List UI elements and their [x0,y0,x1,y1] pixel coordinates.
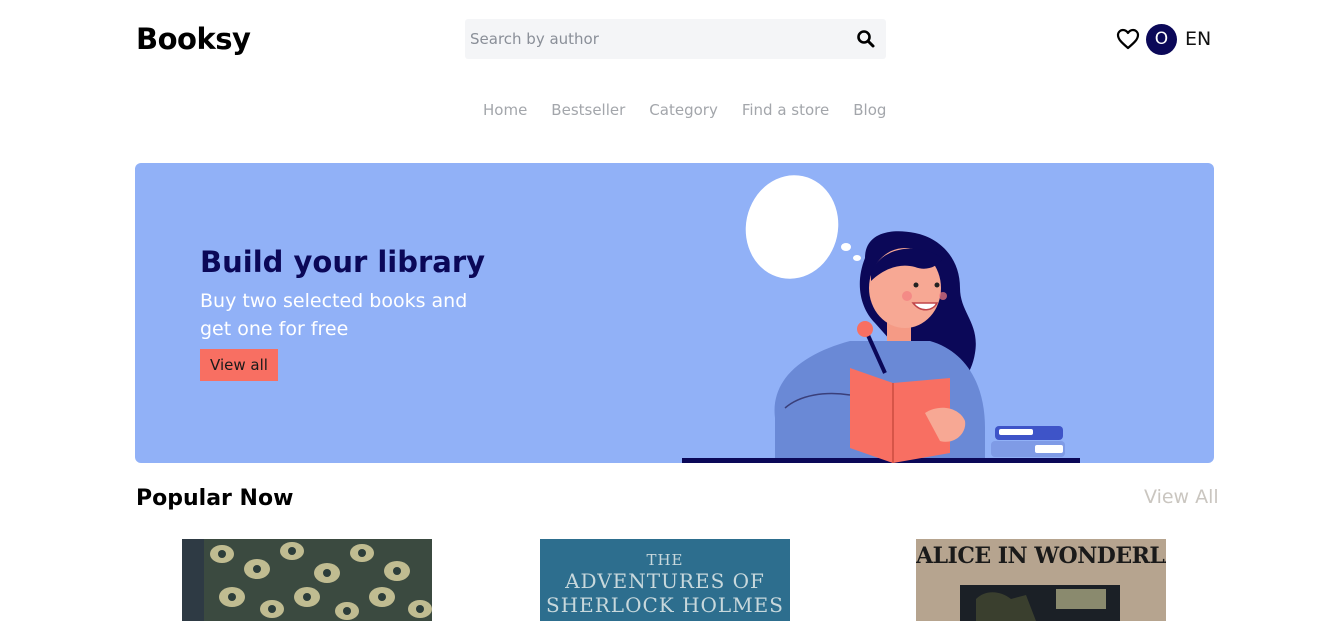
search-icon [857,30,875,48]
book-cover-text: ADVENTURES OF [565,569,765,593]
nav-item-blog[interactable]: Blog [853,101,886,119]
book-card[interactable]: ALICE IN WONDERLAND [916,539,1166,621]
book-cover-picture [960,585,1120,621]
search-button[interactable] [856,29,876,49]
search-input[interactable] [465,19,845,59]
main-nav: Home Bestseller Category Find a store Bl… [483,101,910,119]
reading-girl-illustration [682,175,1080,463]
view-all-link[interactable]: View All [1144,486,1219,508]
view-all-button[interactable]: View all [200,349,278,381]
hero-banner: Build your library Buy two selected book… [135,163,1214,463]
hero-subtitle: Buy two selected books and get one for f… [200,290,468,340]
heart-icon [1116,28,1140,50]
book-card[interactable]: THE ADVENTURES OF SHERLOCK HOLMES [540,539,790,621]
book-card[interactable] [182,539,432,621]
nav-item-category[interactable]: Category [649,101,718,119]
nav-item-home[interactable]: Home [483,101,527,119]
language-selector[interactable]: EN [1185,28,1211,50]
popular-section-title: Popular Now [136,486,294,511]
logo[interactable]: Booksy [136,22,251,56]
nav-item-find-a-store[interactable]: Find a store [742,101,829,119]
book-cover-pattern [182,539,432,621]
book-cover-text: SHERLOCK HOLMES [546,593,784,617]
book-cover-text: THE [646,551,684,569]
wishlist-button[interactable] [1116,28,1140,50]
hero-title: Build your library [200,245,486,279]
nav-item-bestseller[interactable]: Bestseller [551,101,625,119]
avatar[interactable]: O [1146,24,1177,55]
search-bar [465,19,886,59]
